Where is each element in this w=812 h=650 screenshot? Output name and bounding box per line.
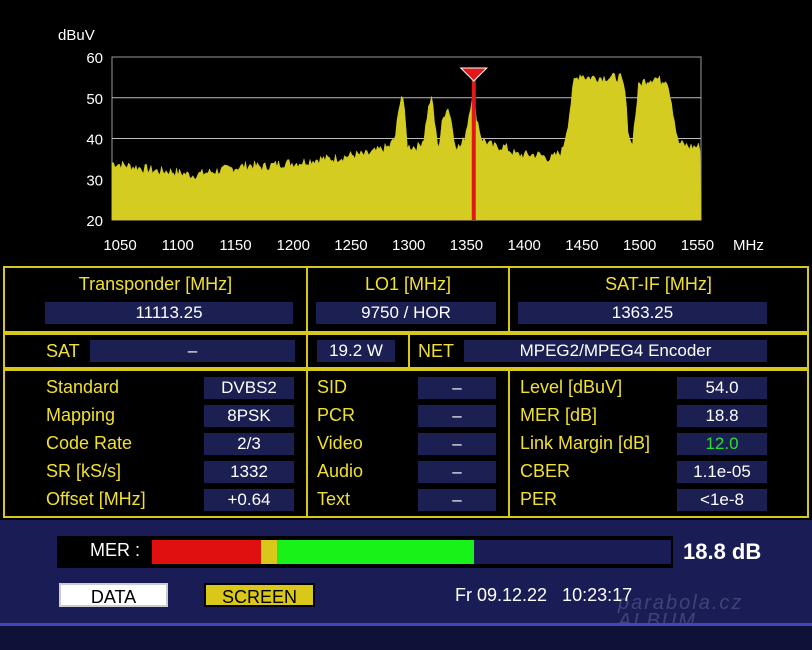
x-tick-label: 1500 <box>623 237 656 254</box>
pcr-label: PCR <box>317 405 356 425</box>
code-rate-value: 2/3 <box>204 433 294 455</box>
mer-bar-label: MER : <box>90 540 141 560</box>
link-margin-label: Link Margin [dB] <box>520 433 651 453</box>
mer-label: MER [dB] <box>520 405 598 425</box>
sat-label: SAT <box>46 341 80 361</box>
x-tick-label: 1250 <box>334 237 367 254</box>
video-value: – <box>418 433 496 455</box>
transponder-label: Transponder [MHz] <box>78 274 233 294</box>
cber-value: 1.1e-05 <box>677 461 767 483</box>
lo1-value: 9750 / HOR <box>316 302 496 324</box>
symbol-rate-value: 1332 <box>204 461 294 483</box>
mer-bar-yellow-segment <box>260 540 277 564</box>
link-margin-value: 12.0 <box>677 433 767 455</box>
mer-bar-value: 18.8 dB <box>683 539 762 564</box>
lo1-label: LO1 [MHz] <box>364 274 452 294</box>
level-value: 54.0 <box>677 377 767 399</box>
mer-bar-track <box>152 540 671 564</box>
x-unit-label: MHz <box>733 237 764 254</box>
data-button[interactable]: DATA <box>59 583 168 607</box>
pcr-value: – <box>418 405 496 427</box>
marker-line <box>471 76 476 220</box>
transponder-value: 11113.25 <box>45 302 293 324</box>
y-unit-label: dBuV <box>58 27 95 44</box>
mapping-value: 8PSK <box>204 405 294 427</box>
y-tick-label: 60 <box>86 50 103 67</box>
per-label: PER <box>520 489 558 509</box>
y-tick-label: 30 <box>86 172 103 189</box>
y-tick-labels: 60 50 40 30 20 <box>86 50 103 230</box>
x-tick-label: 1050 <box>103 237 136 254</box>
x-tick-label: 1300 <box>392 237 425 254</box>
satif-label: SAT-IF [MHz] <box>605 274 712 294</box>
text-label: Text <box>317 489 351 509</box>
x-tick-label: 1200 <box>277 237 310 254</box>
offset-label: Offset [MHz] <box>46 489 146 509</box>
x-tick-label: 1550 <box>681 237 714 254</box>
sat-position-value: 19.2 W <box>317 340 395 362</box>
audio-value: – <box>418 461 496 483</box>
net-label: NET <box>418 341 454 361</box>
satif-value: 1363.25 <box>518 302 767 324</box>
sid-value: – <box>418 377 496 399</box>
sid-label: SID <box>317 377 348 397</box>
x-tick-label: 1400 <box>508 237 541 254</box>
net-value: MPEG2/MPEG4 Encoder <box>464 340 767 362</box>
bottom-footer-strip <box>0 626 812 650</box>
y-tick-label: 50 <box>86 91 103 108</box>
code-rate-label: Code Rate <box>46 433 133 453</box>
symbol-rate-label: SR [kS/s] <box>46 461 122 481</box>
bottom-status-panel: MER : 18.8 dB DATA SCREEN Fr 09.12.22 10… <box>0 520 812 631</box>
mer-bar-green-segment <box>276 540 474 564</box>
mer-bar-red-segment <box>152 540 261 564</box>
datetime-display: Fr 09.12.22 10:23:17 <box>455 585 633 605</box>
cber-label: CBER <box>520 461 571 481</box>
sat-value: – <box>90 340 295 362</box>
standard-label: Standard <box>46 377 120 397</box>
spectrum-chart: dBuV 60 50 40 30 20 1050 1100 1150 1200 1250 1300… <box>58 27 764 254</box>
mapping-label: Mapping <box>46 405 116 425</box>
mer-value: 18.8 <box>677 405 767 427</box>
text-value: – <box>418 489 496 511</box>
screen-button[interactable]: SCREEN <box>204 583 315 607</box>
standard-value: DVBS2 <box>204 377 294 399</box>
video-label: Video <box>317 433 363 453</box>
audio-label: Audio <box>317 461 364 481</box>
x-tick-labels: 1050 1100 1150 1200 1250 1300 1350 1400 1450 1500… <box>103 237 714 254</box>
x-tick-label: 1350 <box>450 237 483 254</box>
y-tick-label: 20 <box>86 213 103 230</box>
offset-value: +0.64 <box>204 489 294 511</box>
per-value: <1e-8 <box>677 489 767 511</box>
x-tick-label: 1450 <box>565 237 598 254</box>
y-tick-label: 40 <box>86 132 103 149</box>
x-tick-label: 1150 <box>219 237 251 254</box>
x-tick-label: 1100 <box>162 237 194 254</box>
level-label: Level [dBuV] <box>520 377 623 397</box>
